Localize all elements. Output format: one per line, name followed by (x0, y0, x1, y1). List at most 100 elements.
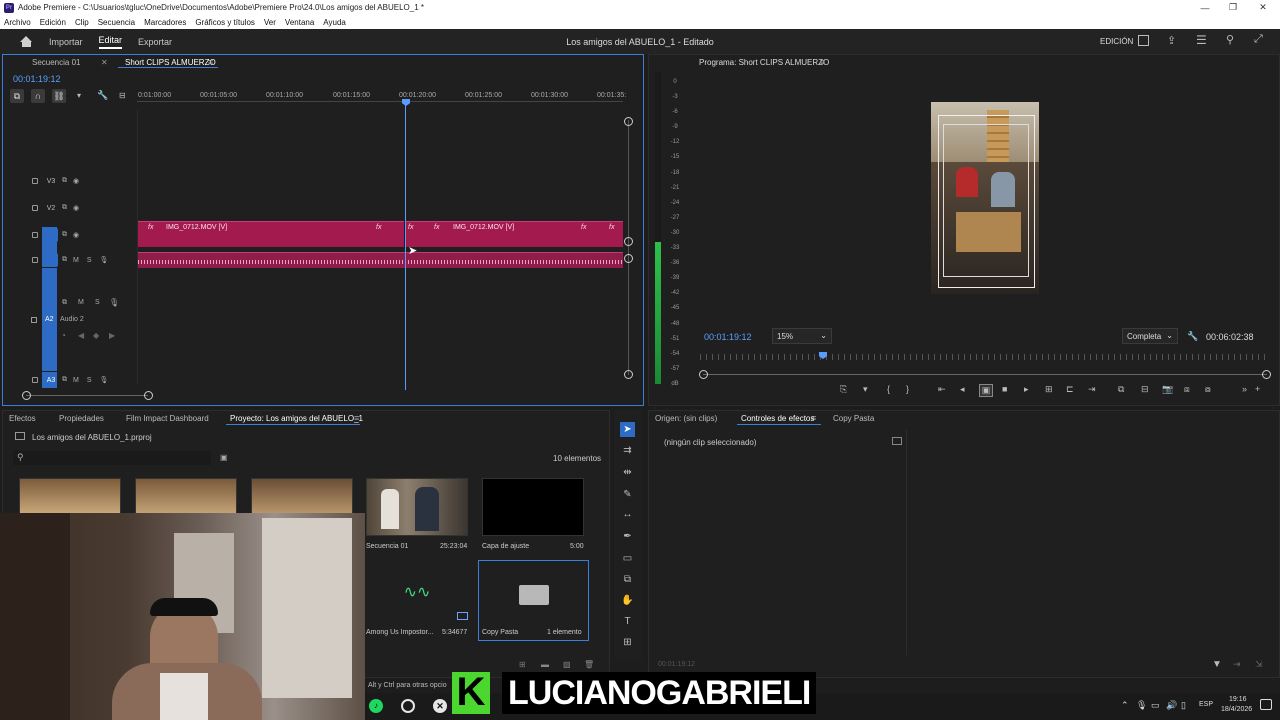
sync-icon[interactable]: ⧉ (62, 256, 67, 264)
sync-icon[interactable]: ⧉ (62, 204, 67, 212)
volume-knob-icon[interactable]: ◔ (61, 331, 66, 340)
captions-tool-icon[interactable]: ⊞ (620, 635, 635, 650)
solo-button[interactable]: S (87, 257, 92, 264)
mic-icon[interactable]: 🎙 (109, 298, 119, 307)
scroll-handle[interactable] (22, 391, 31, 400)
safe-margins-icon[interactable]: ▣ (979, 384, 993, 397)
battery-icon[interactable]: ▯ (1181, 700, 1186, 711)
sync-icon[interactable]: ⧉ (62, 299, 67, 307)
eye-icon[interactable]: ◉ (73, 204, 79, 212)
lock-icon[interactable] (32, 377, 38, 383)
mark-out-icon[interactable]: } (906, 384, 909, 394)
more-icon[interactable]: » (1242, 384, 1247, 394)
scroll-handle[interactable] (624, 117, 633, 126)
video-clip[interactable]: fx IMG_0712.MOV [V] fx (138, 221, 404, 247)
razor-tool-icon[interactable]: ✎ (620, 487, 635, 502)
clip-thumbnail[interactable] (135, 478, 237, 514)
mute-button[interactable]: M (73, 257, 79, 264)
lock-icon[interactable] (31, 317, 37, 323)
snap-icon[interactable]: ∩ (31, 89, 45, 103)
add-keyframe-icon[interactable]: ◆ (93, 331, 99, 340)
audio-waveform-icon[interactable]: ∿∿ (401, 582, 433, 604)
mic-icon[interactable]: 🎙 (100, 376, 109, 384)
mute-button[interactable]: M (73, 377, 79, 384)
menu-icon[interactable]: ☰ (1196, 33, 1207, 47)
menu-clip[interactable]: Clip (75, 18, 89, 27)
trim-icon[interactable]: ⊟ (1141, 384, 1149, 395)
linked-selection-icon[interactable]: ⛓ (52, 89, 66, 103)
mute-button[interactable]: M (78, 299, 84, 306)
sync-icon[interactable]: ⧉ (62, 376, 67, 384)
menu-archivo[interactable]: Archivo (4, 18, 31, 27)
tab-origen[interactable]: Origen: (sin clips) (655, 414, 717, 423)
minimize-button[interactable]: — (1190, 0, 1220, 15)
type-tool-icon[interactable]: T (620, 614, 635, 629)
search-input[interactable]: ⚲ (13, 451, 211, 465)
go-to-in-icon[interactable]: ⇤ (938, 384, 946, 395)
filter-icon[interactable]: ▼ (1212, 659, 1222, 670)
program-title[interactable]: Programa: Short CLIPS ALMUERZO (699, 58, 829, 67)
panel-icon[interactable] (1138, 35, 1149, 46)
zoom-select[interactable]: 15% ⌄ (772, 328, 832, 344)
tray-up-icon[interactable]: ⌃ (1121, 700, 1129, 711)
add-marker-icon[interactable]: ▾ (863, 384, 868, 395)
scroll-handle[interactable] (624, 254, 633, 263)
input-language[interactable]: ESP (1199, 701, 1213, 708)
scroll-handle[interactable] (144, 391, 153, 400)
pen-tool-icon[interactable]: ✒ (620, 529, 635, 544)
mark-in-icon[interactable]: { (887, 384, 890, 394)
notification-icon[interactable] (1260, 699, 1272, 710)
menu-graficos[interactable]: Gráficos y títulos (195, 18, 255, 27)
nest-icon[interactable]: ⧉ (10, 89, 24, 103)
next-keyframe-icon[interactable]: ▶ (109, 331, 115, 340)
hand-tool-icon[interactable]: ✋ (620, 593, 635, 608)
xbox-icon[interactable]: ✕ (433, 699, 447, 713)
scroll-handle[interactable] (624, 370, 633, 379)
add-marker-icon[interactable]: ▾ (77, 91, 81, 100)
clock-date[interactable]: 18/4/2026 (1221, 706, 1252, 713)
solo-button[interactable]: S (87, 377, 92, 384)
panel-menu-icon[interactable]: ≡ (354, 413, 359, 423)
tab-menu-icon[interactable]: ≡ (208, 57, 213, 67)
scroll-handle[interactable] (1262, 370, 1271, 379)
menu-marcadores[interactable]: Marcadores (144, 18, 186, 27)
eye-icon[interactable]: ◉ (73, 231, 79, 239)
resolution-select[interactable]: Completa ⌄ (1122, 328, 1178, 344)
sequence-thumbnail[interactable] (366, 478, 468, 536)
tab-copy-pasta[interactable]: Copy Pasta (833, 414, 874, 423)
workspace-label[interactable]: EDICIÓN (1100, 37, 1133, 46)
lock-icon[interactable] (32, 257, 38, 263)
stop-icon[interactable]: ■ (1002, 384, 1007, 394)
spotify-icon[interactable]: ♪ (369, 699, 383, 713)
track-label[interactable]: A3 (44, 373, 58, 387)
adjustment-layer-thumbnail[interactable] (482, 478, 584, 536)
insert-icon[interactable]: ⎘ (840, 384, 847, 395)
close-button[interactable]: ✕ (1248, 0, 1278, 15)
tab-proyecto[interactable]: Proyecto: Los amigos del ABUELO_1 (230, 414, 363, 423)
clock-time[interactable]: 19:16 (1229, 696, 1247, 703)
tab-propiedades[interactable]: Propiedades (59, 414, 104, 423)
export-tab[interactable]: Exportar (138, 37, 172, 47)
mic-icon[interactable]: 🎙 (100, 256, 109, 264)
clip-thumbnail[interactable] (251, 478, 353, 514)
video-clip[interactable]: fx fx IMG_0712.MOV [V] fx fx (405, 221, 623, 247)
lock-icon[interactable] (32, 232, 38, 238)
track-select-tool-icon[interactable]: ⇉ (620, 443, 635, 458)
tab-film-impact[interactable]: Film Impact Dashboard (126, 414, 209, 423)
selection-tool-icon[interactable]: ➤ (620, 422, 635, 437)
settings-wrench-icon[interactable]: 🔧 (1187, 331, 1198, 342)
mic-icon[interactable]: 🎙 (1136, 700, 1147, 711)
panel-menu-icon[interactable]: ≡ (811, 413, 816, 423)
lock-icon[interactable] (32, 178, 38, 184)
menu-ventana[interactable]: Ventana (285, 18, 314, 27)
panel-menu-icon[interactable]: ≡ (820, 57, 825, 67)
scroll-handle[interactable] (699, 370, 708, 379)
fullscreen-icon[interactable]: ⤢ (1254, 33, 1263, 46)
timeline-timecode[interactable]: 00:01:19:12 (13, 74, 61, 84)
home-icon[interactable] (20, 36, 33, 47)
menu-ayuda[interactable]: Ayuda (323, 18, 346, 27)
audio-clip[interactable] (138, 252, 623, 268)
restore-button[interactable]: ❐ (1218, 0, 1248, 15)
edit-tab[interactable]: Editar (98, 35, 123, 49)
add-button-icon[interactable]: + (1255, 384, 1260, 394)
